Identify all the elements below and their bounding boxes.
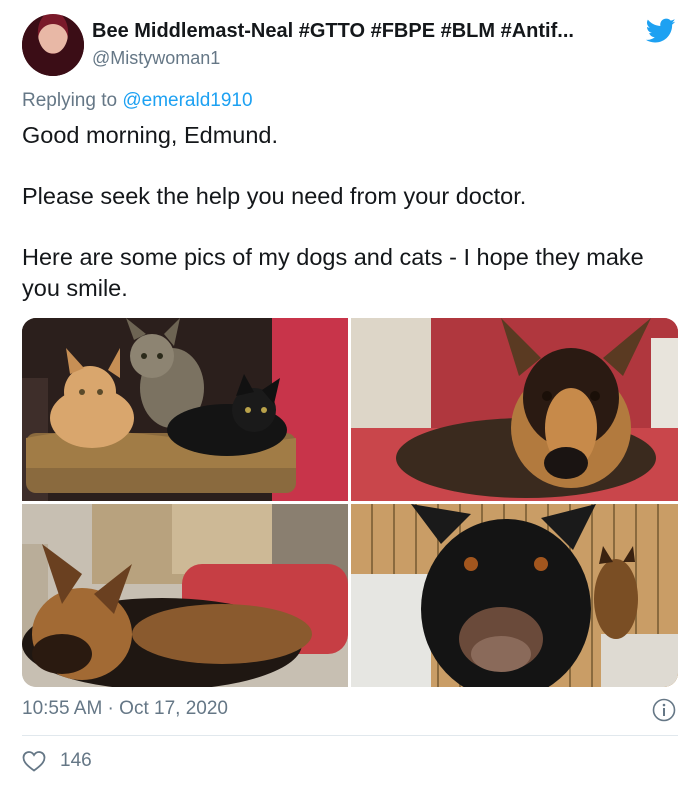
user-handle[interactable]: @Mistywoman1 — [92, 48, 220, 69]
tweet-text-line-3: Here are some pics of my dogs and cats -… — [22, 244, 644, 301]
info-icon[interactable] — [652, 698, 676, 722]
photo-cats[interactable] — [22, 318, 348, 501]
replying-prefix: Replying to — [22, 90, 123, 111]
dog-sofa-illustration — [351, 318, 678, 501]
tweet-text-line-2: Please seek the help you need from your … — [22, 183, 527, 209]
tweet-timestamp[interactable]: 10:55 AM · Oct 17, 2020 — [22, 698, 228, 720]
dog-boxes-illustration — [22, 504, 348, 687]
black-dog-illustration — [351, 504, 678, 687]
twitter-bird-icon[interactable] — [646, 18, 676, 44]
divider — [22, 735, 678, 736]
like-count: 146 — [60, 750, 92, 771]
photo-grid — [22, 318, 678, 687]
replying-to: Replying to @emerald1910 — [22, 90, 253, 112]
avatar-hair — [22, 14, 84, 76]
avatar[interactable] — [22, 14, 84, 76]
display-name[interactable]: Bee Middlemast-Neal #GTTO #FBPE #BLM #An… — [92, 20, 574, 43]
replying-mention-link[interactable]: @emerald1910 — [122, 90, 252, 111]
photo-black-dog[interactable] — [351, 504, 678, 687]
heart-icon[interactable] — [22, 750, 46, 772]
tweet-text-line-1: Good morning, Edmund. — [22, 122, 279, 148]
photo-dog-sofa[interactable] — [351, 318, 678, 501]
photo-dog-boxes[interactable] — [22, 504, 348, 687]
tweet-card: Bee Middlemast-Neal #GTTO #FBPE #BLM #An… — [0, 0, 700, 789]
cats-illustration — [22, 318, 348, 501]
